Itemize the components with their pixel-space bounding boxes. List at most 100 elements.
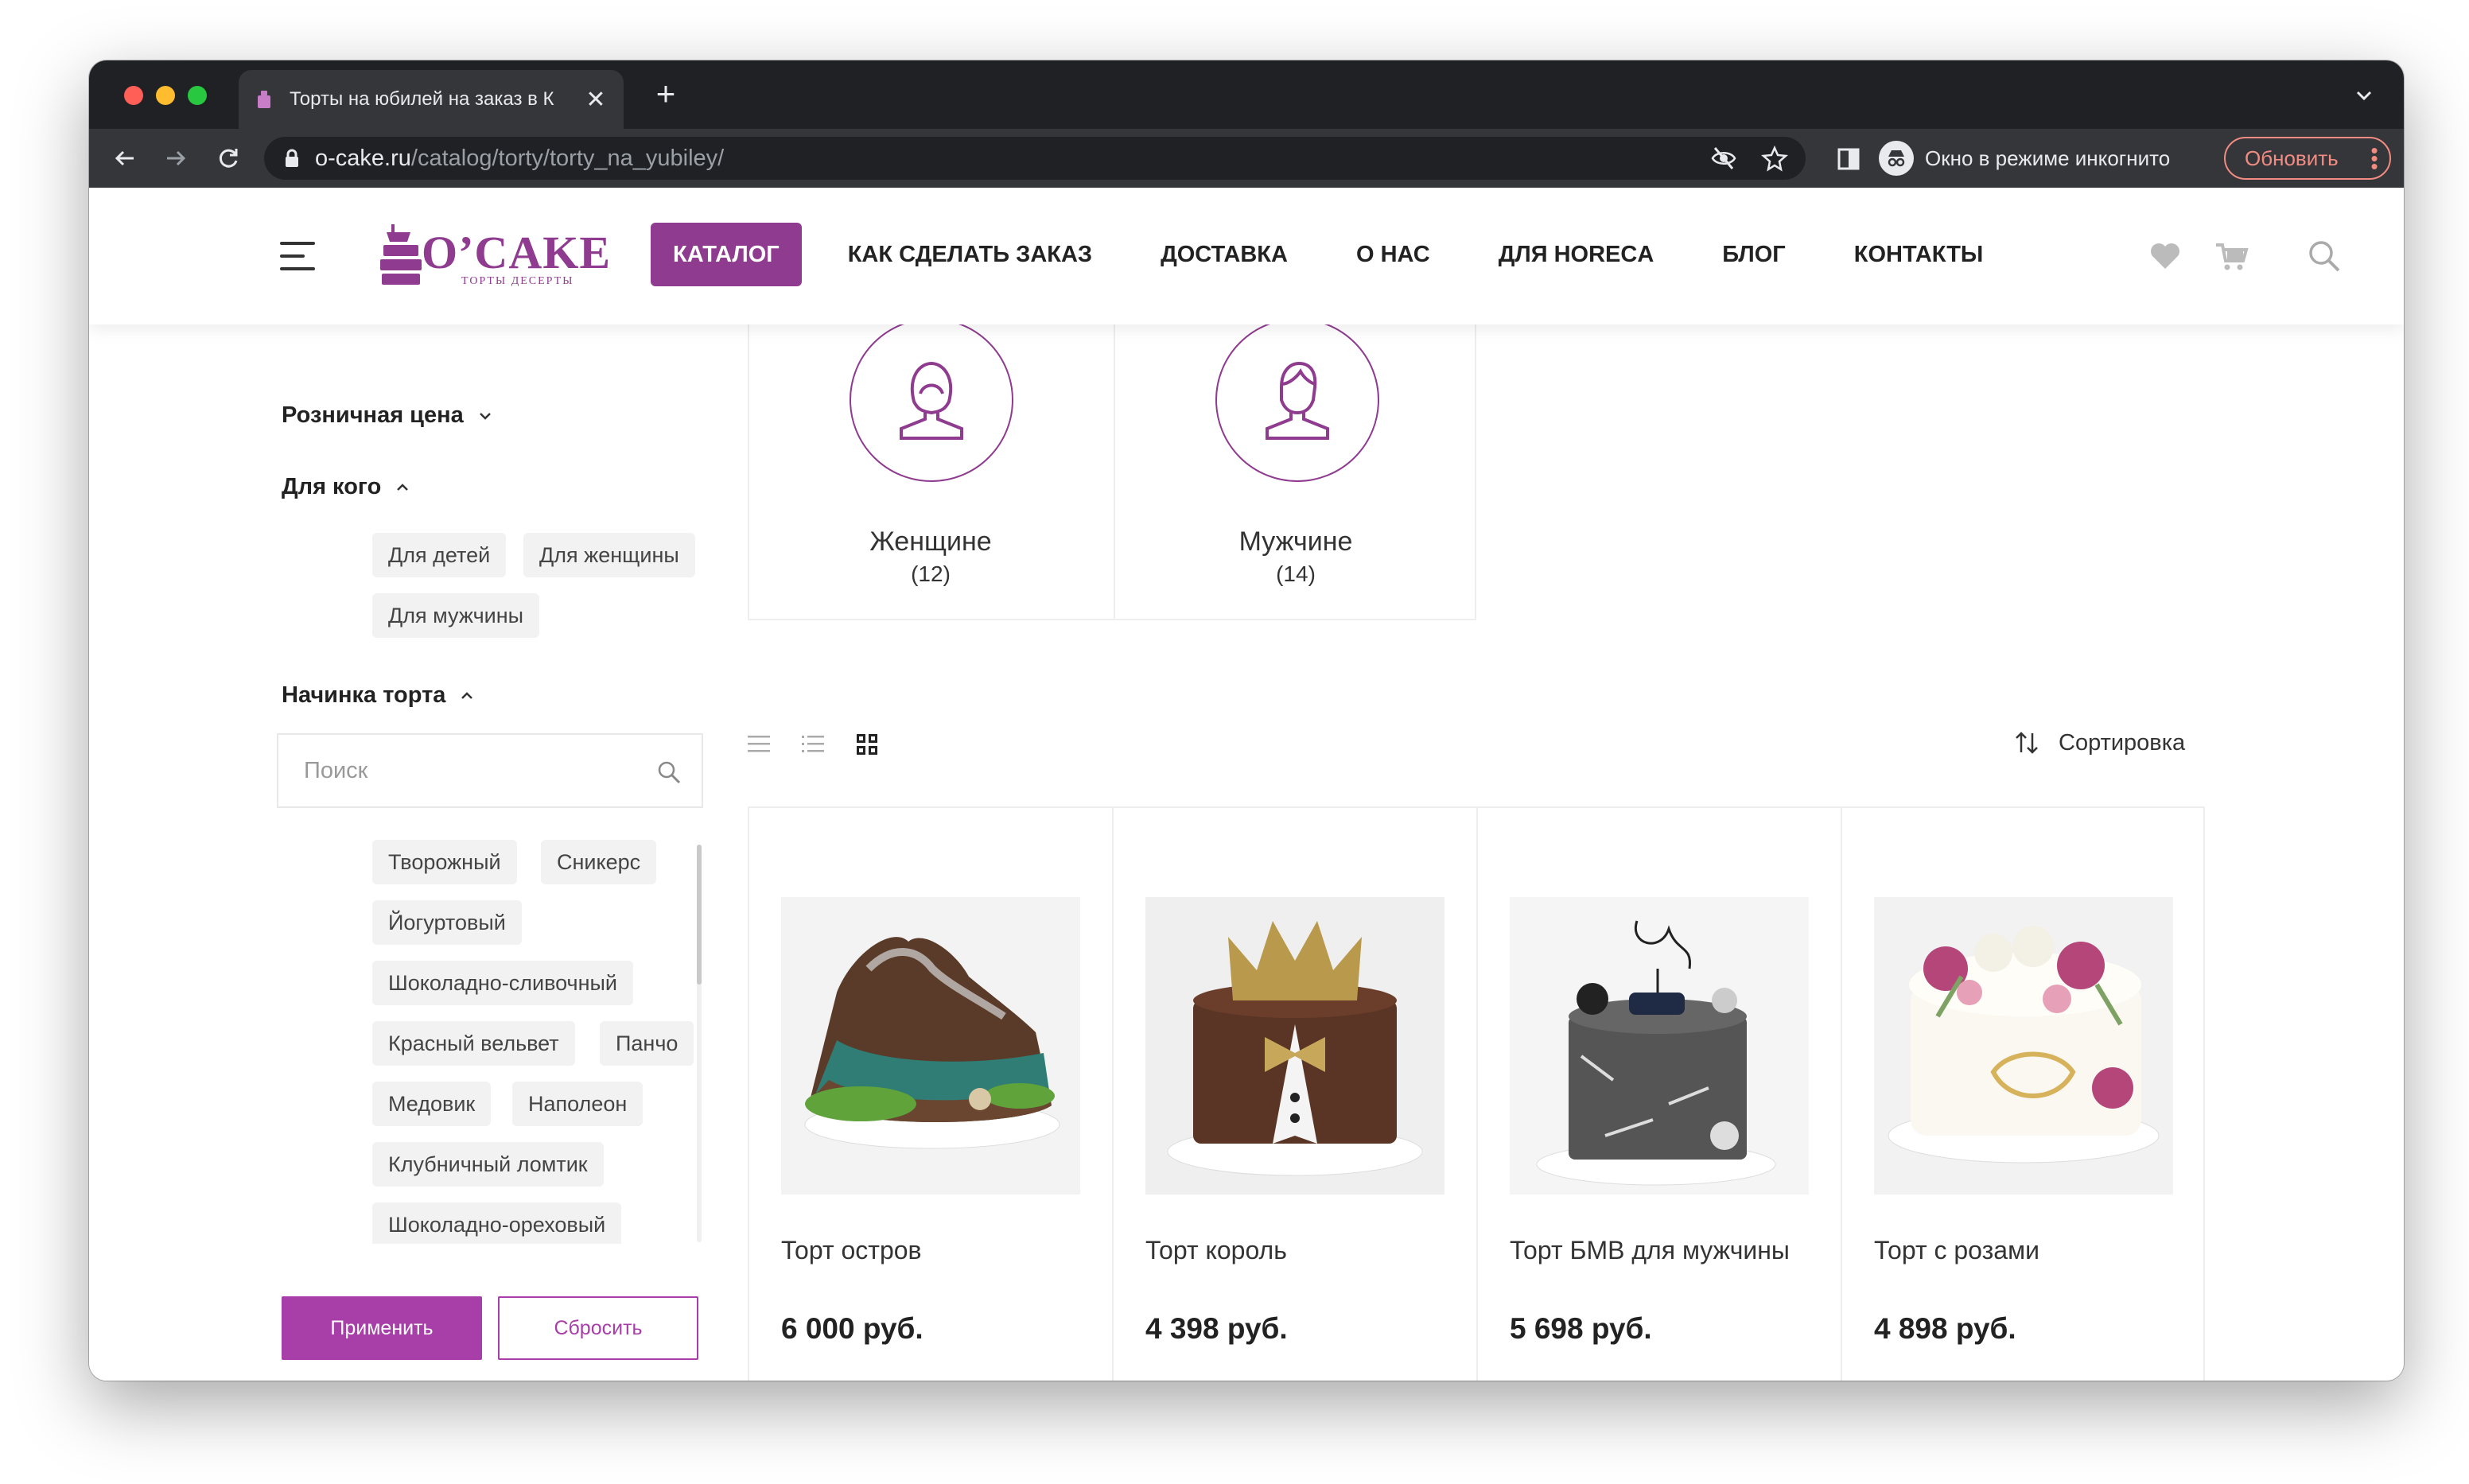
bookmark-star-icon[interactable] — [1759, 143, 1790, 173]
side-panel-icon[interactable] — [1833, 143, 1864, 175]
reload-icon[interactable] — [208, 138, 248, 178]
apply-filter-button[interactable]: Применить — [282, 1296, 482, 1360]
nav-contacts[interactable]: КОНТАКТЫ — [1854, 242, 1984, 268]
product-name[interactable]: Торт БМВ для мужчины — [1510, 1233, 1812, 1268]
search-icon[interactable] — [2305, 237, 2343, 275]
back-arrow-icon[interactable] — [105, 138, 145, 178]
chip-for-kids[interactable]: Для детей — [372, 533, 507, 577]
product-card[interactable]: Торт остров 6 000 руб. — [748, 808, 1112, 1381]
product-name[interactable]: Торт король — [1145, 1233, 1448, 1268]
reset-filter-button[interactable]: Сбросить — [498, 1296, 698, 1360]
cake-logo-icon — [380, 224, 422, 285]
sort-arrows-icon — [2016, 732, 2038, 754]
more-menu-icon[interactable]: • • • — [2370, 140, 2378, 177]
sort-label: Сортировка — [2059, 729, 2186, 756]
man-avatar-icon — [1215, 318, 1379, 482]
tab-search-chevron-icon[interactable] — [2348, 80, 2380, 111]
logo-subtitle: ТОРТЫ ДЕСЕРТЫ — [461, 275, 574, 287]
nav-about[interactable]: О НАС — [1356, 242, 1430, 268]
chip-filling[interactable]: Наполеон — [512, 1082, 643, 1126]
sort-control[interactable]: Сортировка — [2012, 728, 2185, 757]
browser-toolbar: o-cake.ru/catalog/torty/torty_na_yubiley… — [89, 129, 2404, 188]
category-name: Мужчине — [1238, 526, 1353, 557]
nav-horeca[interactable]: ДЛЯ HORECA — [1499, 242, 1654, 268]
filling-chip-list[interactable]: Творожный Сникерс Йогуртовый Шоколадно-с… — [277, 840, 722, 1244]
chevron-down-icon — [479, 412, 491, 420]
category-card-woman[interactable]: Женщине (12) — [749, 318, 1112, 619]
url-path: /catalog/torty/torty_na_yubiley/ — [410, 145, 725, 171]
category-card-man[interactable]: Мужчине (14) — [1114, 318, 1476, 619]
product-image[interactable] — [781, 897, 1080, 1195]
logo-text: O’CAKE — [422, 227, 611, 278]
eye-off-icon[interactable] — [1709, 143, 1739, 173]
site-logo[interactable]: O’CAKE ТОРТЫ ДЕСЕРТЫ — [379, 221, 610, 293]
view-list-icon[interactable] — [746, 732, 772, 757]
product-name[interactable]: Торт остров — [781, 1233, 1083, 1268]
product-name[interactable]: Торт с розами — [1874, 1233, 2176, 1268]
product-grid: Торт остров 6 000 руб. Торт король 4 398… — [748, 806, 2205, 1381]
nav-delivery[interactable]: ДОСТАВКА — [1161, 242, 1288, 268]
forward-arrow-icon[interactable] — [156, 138, 196, 178]
chip-filling[interactable]: Клубничный ломтик — [372, 1142, 604, 1187]
minimize-window-button[interactable] — [156, 86, 175, 105]
favorites-heart-icon[interactable] — [2146, 237, 2184, 275]
product-price: 6 000 руб. — [781, 1312, 923, 1345]
chip-filling[interactable]: Шоколадно-сливочный — [372, 961, 634, 1005]
nav-catalog[interactable]: КАТАЛОГ — [651, 223, 802, 286]
woman-avatar-icon — [850, 318, 1013, 482]
zoom-window-button[interactable] — [188, 86, 207, 105]
search-icon[interactable] — [655, 759, 682, 786]
nav-blog[interactable]: БЛОГ — [1722, 242, 1785, 268]
product-card[interactable]: Торт БМВ для мужчины 5 698 руб. — [1476, 808, 1841, 1381]
update-button[interactable]: Обновить • • • — [2224, 137, 2391, 180]
filter-for-whom-toggle[interactable]: Для кого — [282, 474, 410, 500]
filter-for-whom-title: Для кого — [282, 474, 382, 499]
category-cards: Женщине (12) Мужчине (14) — [748, 318, 1476, 620]
browser-tab-active[interactable]: Торты на юбилей на заказ в К ✕ — [239, 70, 624, 129]
chip-filling[interactable]: Шоколадно-ореховый — [372, 1202, 622, 1244]
update-label: Обновить — [2245, 146, 2339, 170]
chip-for-man[interactable]: Для мужчины — [372, 593, 540, 638]
main-nav: КАТАЛОГ КАК СДЕЛАТЬ ЗАКАЗ ДОСТАВКА О НАС… — [651, 223, 2051, 286]
incognito-icon — [1879, 141, 1914, 176]
product-image[interactable] — [1145, 897, 1444, 1195]
chip-filling[interactable]: Творожный — [372, 840, 517, 884]
site-header: O’CAKE ТОРТЫ ДЕСЕРТЫ КАТАЛОГ КАК СДЕЛАТЬ… — [89, 188, 2404, 324]
cart-icon[interactable] — [2213, 237, 2251, 275]
filter-price-toggle[interactable]: Розничная цена — [282, 402, 492, 429]
chip-filling[interactable]: Йогуртовый — [372, 900, 522, 945]
product-price: 4 898 руб. — [1874, 1312, 2016, 1345]
address-bar[interactable]: o-cake.ru/catalog/torty/torty_na_yubiley… — [264, 137, 1806, 180]
product-card[interactable]: Торт с розами 4 898 руб. — [1841, 808, 2205, 1381]
tab-close-icon[interactable]: ✕ — [584, 86, 608, 114]
close-window-button[interactable] — [124, 86, 143, 105]
chevron-up-icon — [397, 483, 409, 491]
incognito-label: Окно в режиме инкогнито — [1925, 146, 2171, 170]
product-image[interactable] — [1510, 897, 1809, 1195]
nav-how-to-order[interactable]: КАК СДЕЛАТЬ ЗАКАЗ — [848, 242, 1092, 268]
incognito-indicator[interactable]: Окно в режиме инкогнито — [1879, 140, 2170, 177]
category-count: (14) — [1276, 561, 1316, 586]
filling-search-input[interactable]: Поиск — [277, 733, 703, 808]
view-compact-list-icon[interactable] — [800, 732, 826, 757]
chip-filling[interactable]: Сникерс — [541, 840, 657, 884]
web-page: O’CAKE ТОРТЫ ДЕСЕРТЫ КАТАЛОГ КАК СДЕЛАТЬ… — [89, 188, 2404, 1381]
product-price: 5 698 руб. — [1510, 1312, 1652, 1345]
new-tab-button[interactable]: + — [646, 75, 686, 113]
chip-filling[interactable]: Красный вельвет — [372, 1021, 575, 1066]
browser-window: Торты на юбилей на заказ в К ✕ + o-cake.… — [89, 60, 2404, 1381]
product-card[interactable]: Торт король 4 398 руб. — [1112, 808, 1476, 1381]
chip-for-woman[interactable]: Для женщины — [523, 533, 695, 577]
product-price: 4 398 руб. — [1145, 1312, 1288, 1345]
chip-filling[interactable]: Медовик — [372, 1082, 492, 1126]
product-image[interactable] — [1874, 897, 2173, 1195]
hamburger-menu-icon[interactable] — [280, 242, 315, 272]
filter-filling-toggle[interactable]: Начинка торта — [282, 682, 474, 709]
filling-scrollbar-thumb[interactable] — [697, 845, 702, 985]
filter-filling-title: Начинка торта — [282, 682, 446, 708]
view-grid-icon[interactable] — [854, 732, 880, 757]
url-text[interactable]: o-cake.ru/catalog/torty/torty_na_yubiley… — [315, 146, 724, 172]
chip-filling[interactable]: Панчо — [600, 1021, 694, 1066]
lock-icon[interactable] — [280, 149, 304, 168]
site-favicon-icon — [255, 88, 274, 111]
